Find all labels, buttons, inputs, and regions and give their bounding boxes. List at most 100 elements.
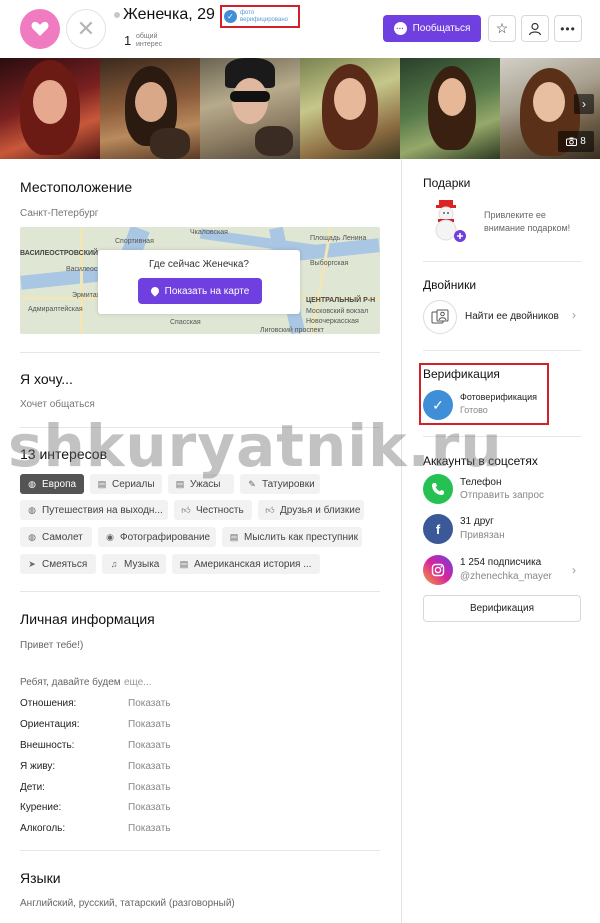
photo-verification-label: Фотоверификация: [460, 392, 538, 402]
languages-title: Языки: [20, 870, 61, 886]
map-pin-icon: [148, 285, 161, 297]
phone-request-link[interactable]: Отправить запрос: [460, 490, 544, 501]
camera-icon: ◉: [106, 531, 114, 542]
info-show-link[interactable]: Показать: [128, 761, 171, 772]
next-photo-button[interactable]: ›: [574, 94, 594, 114]
camera-icon: [566, 137, 578, 146]
facebook-friends: 31 друг: [460, 516, 494, 527]
interest-chip[interactable]: ▤ Мыслить как преступник: [222, 527, 362, 547]
map-label: Адмиралтейская: [28, 306, 83, 313]
dislike-button[interactable]: ✕: [66, 9, 106, 49]
wants-title: Я хочу...: [20, 371, 73, 387]
photo-count-badge[interactable]: 8: [558, 131, 594, 152]
photo-strip[interactable]: [0, 58, 600, 159]
profile-name: Женечка, 29: [123, 6, 215, 23]
online-status-dot: [114, 12, 120, 18]
interest-chip[interactable]: ♫ Музыка: [102, 554, 166, 574]
map-label: Лиговский проспект: [260, 327, 324, 334]
info-label: Я живу:: [20, 761, 56, 772]
info-show-link[interactable]: Показать: [128, 802, 171, 813]
interest-chip[interactable]: 👍︎ Честность: [174, 500, 252, 520]
more-button[interactable]: •••: [554, 15, 582, 42]
map-label: Новочеркасская: [306, 318, 359, 325]
music-icon: ♫: [110, 559, 118, 569]
twins-title: Двойники: [423, 278, 477, 292]
location-title: Местоположение: [20, 179, 133, 195]
info-show-link[interactable]: Показать: [128, 740, 171, 751]
twins-icon[interactable]: [423, 300, 457, 334]
interest-chip[interactable]: ▤ Американская история ...: [172, 554, 320, 574]
map-label: Спасская: [170, 319, 201, 326]
like-button[interactable]: [20, 9, 60, 49]
instagram-icon: [423, 555, 453, 585]
profile-photo[interactable]: [400, 58, 500, 159]
chevron-right-icon: ›: [582, 97, 586, 111]
favorite-button[interactable]: ☆: [488, 15, 516, 42]
more-dots-icon: •••: [560, 21, 576, 36]
map-label: Эрмитаж: [72, 292, 102, 299]
chat-button-label: Пообщаться: [412, 23, 471, 34]
verification-button[interactable]: Верификация: [423, 595, 581, 622]
facebook-status: Привязан: [460, 530, 505, 541]
find-twins-link[interactable]: Найти ее двойников: [465, 311, 559, 322]
interest-chip[interactable]: 👍︎ Друзья и близкие: [258, 500, 364, 520]
verify-badge-text-1: фото: [240, 9, 255, 16]
info-show-link[interactable]: Показать: [128, 719, 171, 730]
profile-button[interactable]: [521, 15, 549, 42]
info-label: Дети:: [20, 782, 45, 793]
photo-count: 8: [580, 136, 586, 147]
film-icon: ▤: [97, 478, 107, 489]
chat-bubble-icon: ···: [393, 22, 407, 35]
wants-value: Хочет общаться: [20, 399, 95, 410]
personal-title: Личная информация: [20, 611, 155, 627]
map-question: Где сейчас Женечка?: [149, 259, 249, 270]
interest-chip[interactable]: ◉ Фотографирование: [98, 527, 216, 547]
tattoo-icon: ✎: [248, 478, 256, 489]
plane-icon: ➤: [28, 558, 36, 569]
thumb-icon: 👍︎: [265, 504, 275, 515]
close-icon: ✕: [76, 16, 96, 41]
verification-title: Верификация: [423, 367, 500, 381]
common-interests-label: общий интерес: [136, 33, 163, 48]
film-icon: ▤: [175, 478, 185, 489]
info-show-link[interactable]: Показать: [128, 782, 171, 793]
info-show-link[interactable]: Показать: [128, 698, 171, 709]
info-label: Отношения:: [20, 698, 77, 709]
globe-icon: ◍: [28, 504, 36, 515]
chevron-right-icon: ›: [572, 563, 576, 577]
map-overlay-card: Где сейчас Женечка? Показать на карте: [98, 250, 300, 314]
interest-chip[interactable]: ◍ Самолет: [20, 527, 92, 547]
gifts-title: Подарки: [423, 176, 471, 190]
map-label: Спортивная: [115, 238, 154, 245]
map-label: Московский вокзал: [306, 308, 369, 315]
info-label: Алкоголь:: [20, 823, 66, 834]
show-on-map-button[interactable]: Показать на карте: [138, 278, 262, 304]
profile-photo[interactable]: [300, 58, 400, 159]
location-city: Санкт-Петербург: [20, 208, 99, 219]
interest-chip[interactable]: ➤ Смеяться: [20, 554, 96, 574]
profile-photo[interactable]: [100, 58, 200, 159]
photo-verified-badge: ✓ фото верифицировано: [220, 5, 300, 28]
personal-intro: Ребят, давайте будем: [20, 677, 121, 688]
profile-photo[interactable]: [200, 58, 300, 159]
show-on-map-label: Показать на карте: [164, 285, 250, 297]
read-more-link[interactable]: еще...: [124, 677, 152, 688]
info-label: Курение:: [20, 802, 62, 813]
instagram-handle[interactable]: @zhenechka_mayer: [460, 571, 552, 582]
profile-header: ✕ Женечка, 29 ✓ фото верифицировано 1 общ…: [0, 0, 600, 58]
map-label: Чкаловская: [190, 229, 228, 236]
map-label: ЦЕНТРАЛЬНЫЙ Р-Н: [306, 297, 376, 304]
watermark: shkuryatnik.ru: [8, 412, 503, 480]
snowman-gift-icon[interactable]: [430, 200, 466, 242]
chat-button[interactable]: ··· Пообщаться: [383, 15, 481, 42]
profile-photo[interactable]: [0, 58, 100, 159]
info-show-link[interactable]: Показать: [128, 823, 171, 834]
gifts-prompt[interactable]: Привлеките ее внимание подарком!: [484, 209, 584, 235]
film-icon: ▤: [229, 531, 239, 542]
divider: [423, 261, 581, 262]
interest-chip[interactable]: ◍ Путешествия на выходн...: [20, 500, 168, 520]
star-icon: ☆: [495, 20, 509, 36]
instagram-followers: 1 254 подписчика: [460, 557, 542, 568]
info-label: Ориентация:: [20, 719, 80, 730]
divider: [20, 591, 380, 592]
